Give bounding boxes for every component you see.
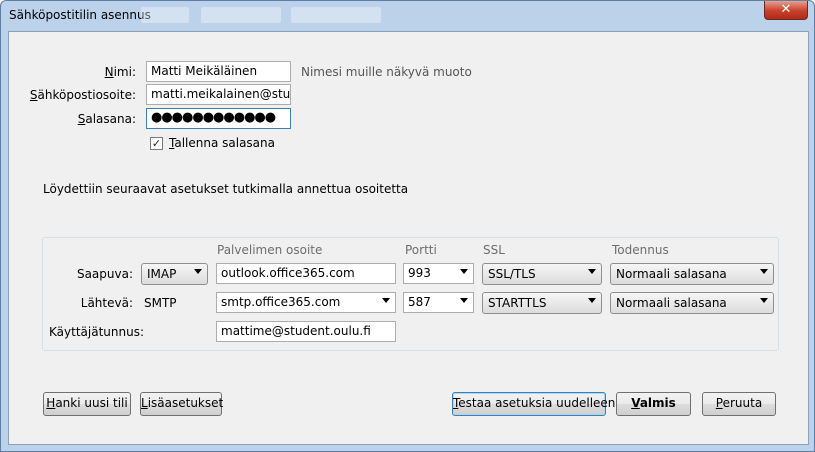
outgoing-port-value: 587 bbox=[408, 295, 431, 309]
email-input[interactable]: matti.meikalainen@student.oulu.fi bbox=[146, 84, 291, 105]
incoming-port-combo[interactable]: 993 bbox=[403, 263, 474, 284]
outgoing-protocol: SMTP bbox=[144, 296, 177, 310]
remember-password-label[interactable]: Tallenna salasana bbox=[169, 136, 275, 150]
auth-header: Todennus bbox=[612, 243, 669, 257]
advanced-settings-button[interactable]: Lisäasetukset bbox=[140, 392, 223, 416]
outgoing-server-value: smtp.office365.com bbox=[221, 295, 341, 309]
password-label: Salasana: bbox=[77, 112, 136, 126]
password-input[interactable]: ●●●●●●●●●●●● bbox=[146, 108, 291, 129]
outgoing-label: Lähtevä: bbox=[80, 296, 133, 310]
incoming-protocol-value: IMAP bbox=[147, 267, 177, 281]
incoming-protocol-select[interactable]: IMAP bbox=[141, 263, 208, 285]
outgoing-auth-select[interactable]: Normaali salasana bbox=[610, 292, 774, 314]
done-button[interactable]: Valmis bbox=[616, 392, 691, 416]
close-icon: ✕ bbox=[780, 2, 792, 17]
name-input[interactable]: Matti Meikäläinen bbox=[146, 61, 291, 82]
chevron-down-icon bbox=[588, 269, 596, 274]
chevron-down-icon bbox=[460, 269, 468, 274]
name-hint: Nimesi muille näkyvä muoto bbox=[301, 65, 472, 79]
outgoing-server-combo[interactable]: smtp.office365.com bbox=[216, 292, 396, 313]
chevron-down-icon bbox=[382, 298, 390, 303]
ssl-header: SSL bbox=[483, 243, 505, 257]
username-input[interactable]: mattime@student.oulu.fi bbox=[216, 321, 396, 342]
server-header: Palvelimen osoite bbox=[217, 243, 323, 257]
incoming-auth-select[interactable]: Normaali salasana bbox=[610, 263, 774, 285]
outgoing-ssl-select[interactable]: STARTTLS bbox=[482, 292, 602, 314]
chevron-down-icon bbox=[460, 298, 468, 303]
dialog-body: Nimi: Matti Meikäläinen Nimesi muille nä… bbox=[8, 31, 809, 445]
port-header: Portti bbox=[405, 243, 437, 257]
email-label: Sähköpostiosoite: bbox=[29, 88, 136, 102]
background-ghost bbox=[141, 7, 189, 23]
new-account-button[interactable]: Hanki uusi tili bbox=[43, 392, 131, 416]
chevron-down-icon bbox=[194, 269, 202, 274]
server-settings-group: Palvelimen osoite Portti SSL Todennus Sa… bbox=[42, 237, 779, 351]
remember-password-checkbox[interactable]: ✓ bbox=[150, 137, 163, 150]
outgoing-auth-value: Normaali salasana bbox=[616, 296, 727, 310]
background-ghost bbox=[201, 7, 281, 23]
outgoing-port-combo[interactable]: 587 bbox=[403, 292, 474, 313]
check-icon: ✓ bbox=[151, 137, 162, 150]
dialog-window: Sähköpostitilin asennus ✕ Nimi: Matti Me… bbox=[0, 0, 815, 452]
incoming-port-value: 993 bbox=[408, 266, 431, 280]
detection-message: Löydettiin seuraavat asetukset tutkimall… bbox=[43, 182, 409, 196]
incoming-auth-value: Normaali salasana bbox=[616, 267, 727, 281]
name-label: Nimi: bbox=[104, 65, 136, 79]
background-ghost bbox=[291, 7, 381, 23]
window-title: Sähköpostitilin asennus bbox=[9, 8, 151, 22]
chevron-down-icon bbox=[760, 298, 768, 303]
incoming-ssl-select[interactable]: SSL/TLS bbox=[482, 263, 602, 285]
chevron-down-icon bbox=[760, 269, 768, 274]
title-bar[interactable]: Sähköpostitilin asennus ✕ bbox=[1, 1, 814, 29]
incoming-ssl-value: SSL/TLS bbox=[488, 267, 536, 281]
username-label: Käyttäjätunnus: bbox=[49, 325, 144, 339]
outgoing-ssl-value: STARTTLS bbox=[488, 296, 547, 310]
incoming-label: Saapuva: bbox=[76, 267, 133, 281]
incoming-server-input[interactable]: outlook.office365.com bbox=[216, 263, 396, 284]
cancel-button[interactable]: Peruuta bbox=[702, 392, 776, 416]
chevron-down-icon bbox=[588, 298, 596, 303]
retest-settings-button[interactable]: Testaa asetuksia uudelleen bbox=[452, 392, 615, 416]
close-button[interactable]: ✕ bbox=[764, 1, 808, 20]
